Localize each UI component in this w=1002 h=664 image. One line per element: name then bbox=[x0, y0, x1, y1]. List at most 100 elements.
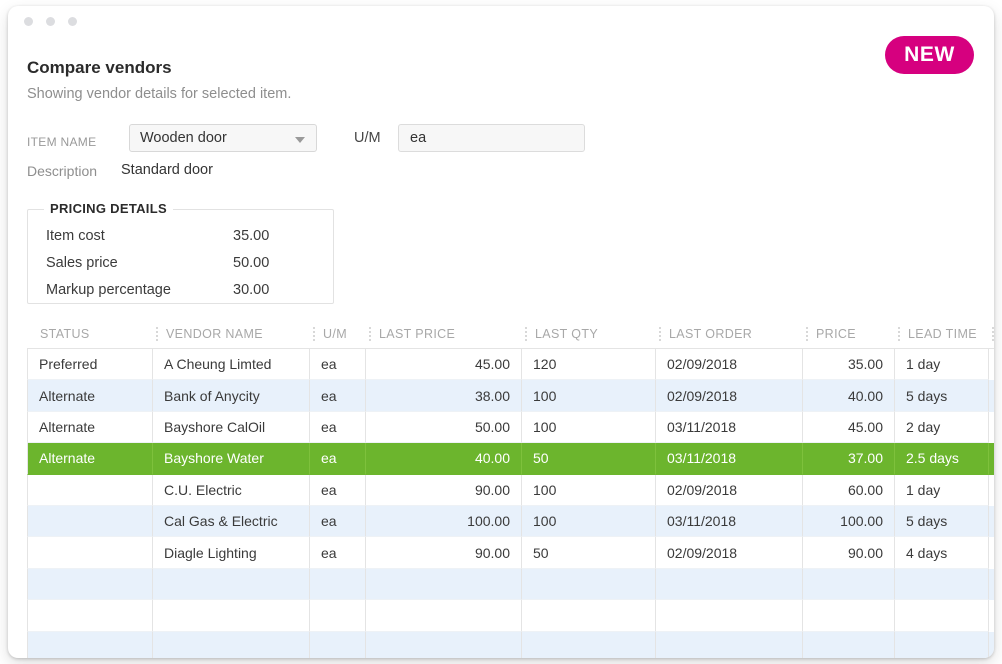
cell-last-qty[interactable]: 100 bbox=[522, 474, 656, 506]
cell-lead-time[interactable]: 2.5 days bbox=[895, 443, 989, 475]
cell-last-price[interactable]: 90.00 bbox=[366, 537, 522, 569]
cell-last-order[interactable] bbox=[656, 600, 803, 632]
cell-price[interactable] bbox=[803, 600, 895, 632]
cell-last-order[interactable]: 03/11/2018 bbox=[656, 411, 803, 444]
cell-status[interactable]: Alternate bbox=[27, 380, 153, 412]
cell-um[interactable]: ea bbox=[310, 380, 366, 412]
column-header-last-order[interactable]: LAST ORDER bbox=[656, 319, 803, 348]
cell-last-price[interactable]: 90.00 bbox=[366, 474, 522, 506]
cell-status[interactable]: Alternate bbox=[27, 443, 153, 475]
cell-um[interactable] bbox=[310, 568, 366, 601]
cell-vendor-name[interactable]: A Cheung Limted bbox=[153, 349, 310, 381]
cell-lead-time[interactable] bbox=[895, 631, 989, 658]
column-header-last-qty[interactable]: LAST QTY bbox=[522, 319, 656, 348]
cell-um[interactable]: ea bbox=[310, 537, 366, 569]
cell-last-price[interactable]: 38.00 bbox=[366, 380, 522, 412]
table-row[interactable]: Diagle Lighting ea 90.00 50 02/09/2018 90.00 4… bbox=[27, 537, 994, 569]
cell-last-order[interactable]: 02/09/2018 bbox=[656, 380, 803, 412]
cell-last-qty[interactable]: 100 bbox=[522, 380, 656, 412]
cell-lead-time[interactable]: 1 day bbox=[895, 474, 989, 506]
cell-lead-time[interactable]: 1 day bbox=[895, 349, 989, 381]
cell-last-qty[interactable] bbox=[522, 568, 656, 601]
table-row[interactable]: Alternate Bayshore Water ea 40.00 50 03/11/20… bbox=[27, 443, 994, 475]
cell-status[interactable]: Preferred bbox=[27, 349, 153, 381]
cell-um[interactable]: ea bbox=[310, 443, 366, 475]
cell-status[interactable] bbox=[27, 474, 153, 506]
cell-lead-time[interactable] bbox=[895, 600, 989, 632]
cell-vendor-name[interactable]: C.U. Electric bbox=[153, 474, 310, 506]
column-resize-grip-icon[interactable] bbox=[898, 327, 901, 341]
table-row[interactable] bbox=[27, 631, 994, 658]
cell-last-order[interactable]: 02/09/2018 bbox=[656, 537, 803, 569]
cell-price[interactable]: 35.00 bbox=[803, 349, 895, 381]
column-header-status[interactable]: STATUS bbox=[27, 319, 153, 348]
column-header-vendor-name[interactable]: VENDOR NAME bbox=[153, 319, 310, 348]
cell-last-qty[interactable]: 50 bbox=[522, 537, 656, 569]
cell-um[interactable]: ea bbox=[310, 505, 366, 538]
column-header-lead-time[interactable]: LEAD TIME bbox=[895, 319, 989, 348]
table-row[interactable]: Cal Gas & Electric ea 100.00 100 03/11/2018 1… bbox=[27, 505, 994, 538]
cell-last-order[interactable] bbox=[656, 568, 803, 601]
table-row[interactable]: Alternate Bank of Anycity ea 38.00 100 02/09/… bbox=[27, 380, 994, 412]
cell-status[interactable] bbox=[27, 505, 153, 538]
maximize-dot-icon[interactable] bbox=[68, 17, 77, 26]
cell-vendor-name[interactable] bbox=[153, 600, 310, 632]
table-row[interactable]: C.U. Electric ea 90.00 100 02/09/2018 60.00 1 … bbox=[27, 474, 994, 506]
column-resize-grip-icon[interactable] bbox=[156, 327, 159, 341]
cell-price[interactable]: 100.00 bbox=[803, 505, 895, 538]
minimize-dot-icon[interactable] bbox=[46, 17, 55, 26]
cell-last-order[interactable]: 02/09/2018 bbox=[656, 349, 803, 381]
cell-status[interactable] bbox=[27, 568, 153, 601]
column-header-last-price[interactable]: LAST PRICE bbox=[366, 319, 522, 348]
item-name-dropdown[interactable]: Wooden door bbox=[129, 124, 317, 152]
cell-last-qty[interactable]: 100 bbox=[522, 411, 656, 444]
cell-last-qty[interactable]: 50 bbox=[522, 443, 656, 475]
cell-price[interactable]: 40.00 bbox=[803, 380, 895, 412]
cell-vendor-name[interactable]: Bayshore CalOil bbox=[153, 411, 310, 444]
cell-vendor-name[interactable]: Cal Gas & Electric bbox=[153, 505, 310, 538]
cell-um[interactable]: ea bbox=[310, 474, 366, 506]
column-header-um[interactable]: U/M bbox=[310, 319, 366, 348]
cell-last-qty[interactable]: 120 bbox=[522, 349, 656, 381]
column-header-price[interactable]: PRICE bbox=[803, 319, 895, 348]
cell-price[interactable] bbox=[803, 631, 895, 658]
cell-last-qty[interactable] bbox=[522, 631, 656, 658]
cell-last-price[interactable] bbox=[366, 631, 522, 658]
cell-last-qty[interactable]: 100 bbox=[522, 505, 656, 538]
cell-um[interactable]: ea bbox=[310, 411, 366, 444]
cell-lead-time[interactable]: 5 days bbox=[895, 505, 989, 538]
cell-status[interactable] bbox=[27, 631, 153, 658]
cell-vendor-name[interactable]: Bank of Anycity bbox=[153, 380, 310, 412]
table-row[interactable] bbox=[27, 600, 994, 632]
cell-um[interactable]: ea bbox=[310, 349, 366, 381]
column-resize-grip-trailing[interactable] bbox=[989, 319, 994, 348]
um-input[interactable]: ea bbox=[398, 124, 585, 152]
cell-last-order[interactable]: 02/09/2018 bbox=[656, 474, 803, 506]
cell-last-order[interactable] bbox=[656, 631, 803, 658]
cell-price[interactable]: 37.00 bbox=[803, 443, 895, 475]
cell-vendor-name[interactable] bbox=[153, 631, 310, 658]
column-resize-grip-icon[interactable] bbox=[992, 327, 994, 341]
cell-status[interactable]: Alternate bbox=[27, 411, 153, 444]
cell-price[interactable] bbox=[803, 568, 895, 601]
cell-um[interactable] bbox=[310, 600, 366, 632]
column-resize-grip-icon[interactable] bbox=[369, 327, 372, 341]
cell-last-qty[interactable] bbox=[522, 600, 656, 632]
column-resize-grip-icon[interactable] bbox=[313, 327, 316, 341]
cell-status[interactable] bbox=[27, 537, 153, 569]
cell-lead-time[interactable]: 5 days bbox=[895, 380, 989, 412]
cell-price[interactable]: 90.00 bbox=[803, 537, 895, 569]
cell-last-order[interactable]: 03/11/2018 bbox=[656, 443, 803, 475]
table-row[interactable] bbox=[27, 568, 994, 601]
cell-lead-time[interactable] bbox=[895, 568, 989, 601]
cell-last-order[interactable]: 03/11/2018 bbox=[656, 505, 803, 538]
cell-status[interactable] bbox=[27, 600, 153, 632]
cell-vendor-name[interactable]: Bayshore Water bbox=[153, 443, 310, 475]
cell-vendor-name[interactable]: Diagle Lighting bbox=[153, 537, 310, 569]
cell-last-price[interactable]: 40.00 bbox=[366, 443, 522, 475]
cell-um[interactable] bbox=[310, 631, 366, 658]
cell-last-price[interactable]: 45.00 bbox=[366, 349, 522, 381]
column-resize-grip-icon[interactable] bbox=[659, 327, 662, 341]
cell-last-price[interactable]: 100.00 bbox=[366, 505, 522, 538]
cell-price[interactable]: 60.00 bbox=[803, 474, 895, 506]
